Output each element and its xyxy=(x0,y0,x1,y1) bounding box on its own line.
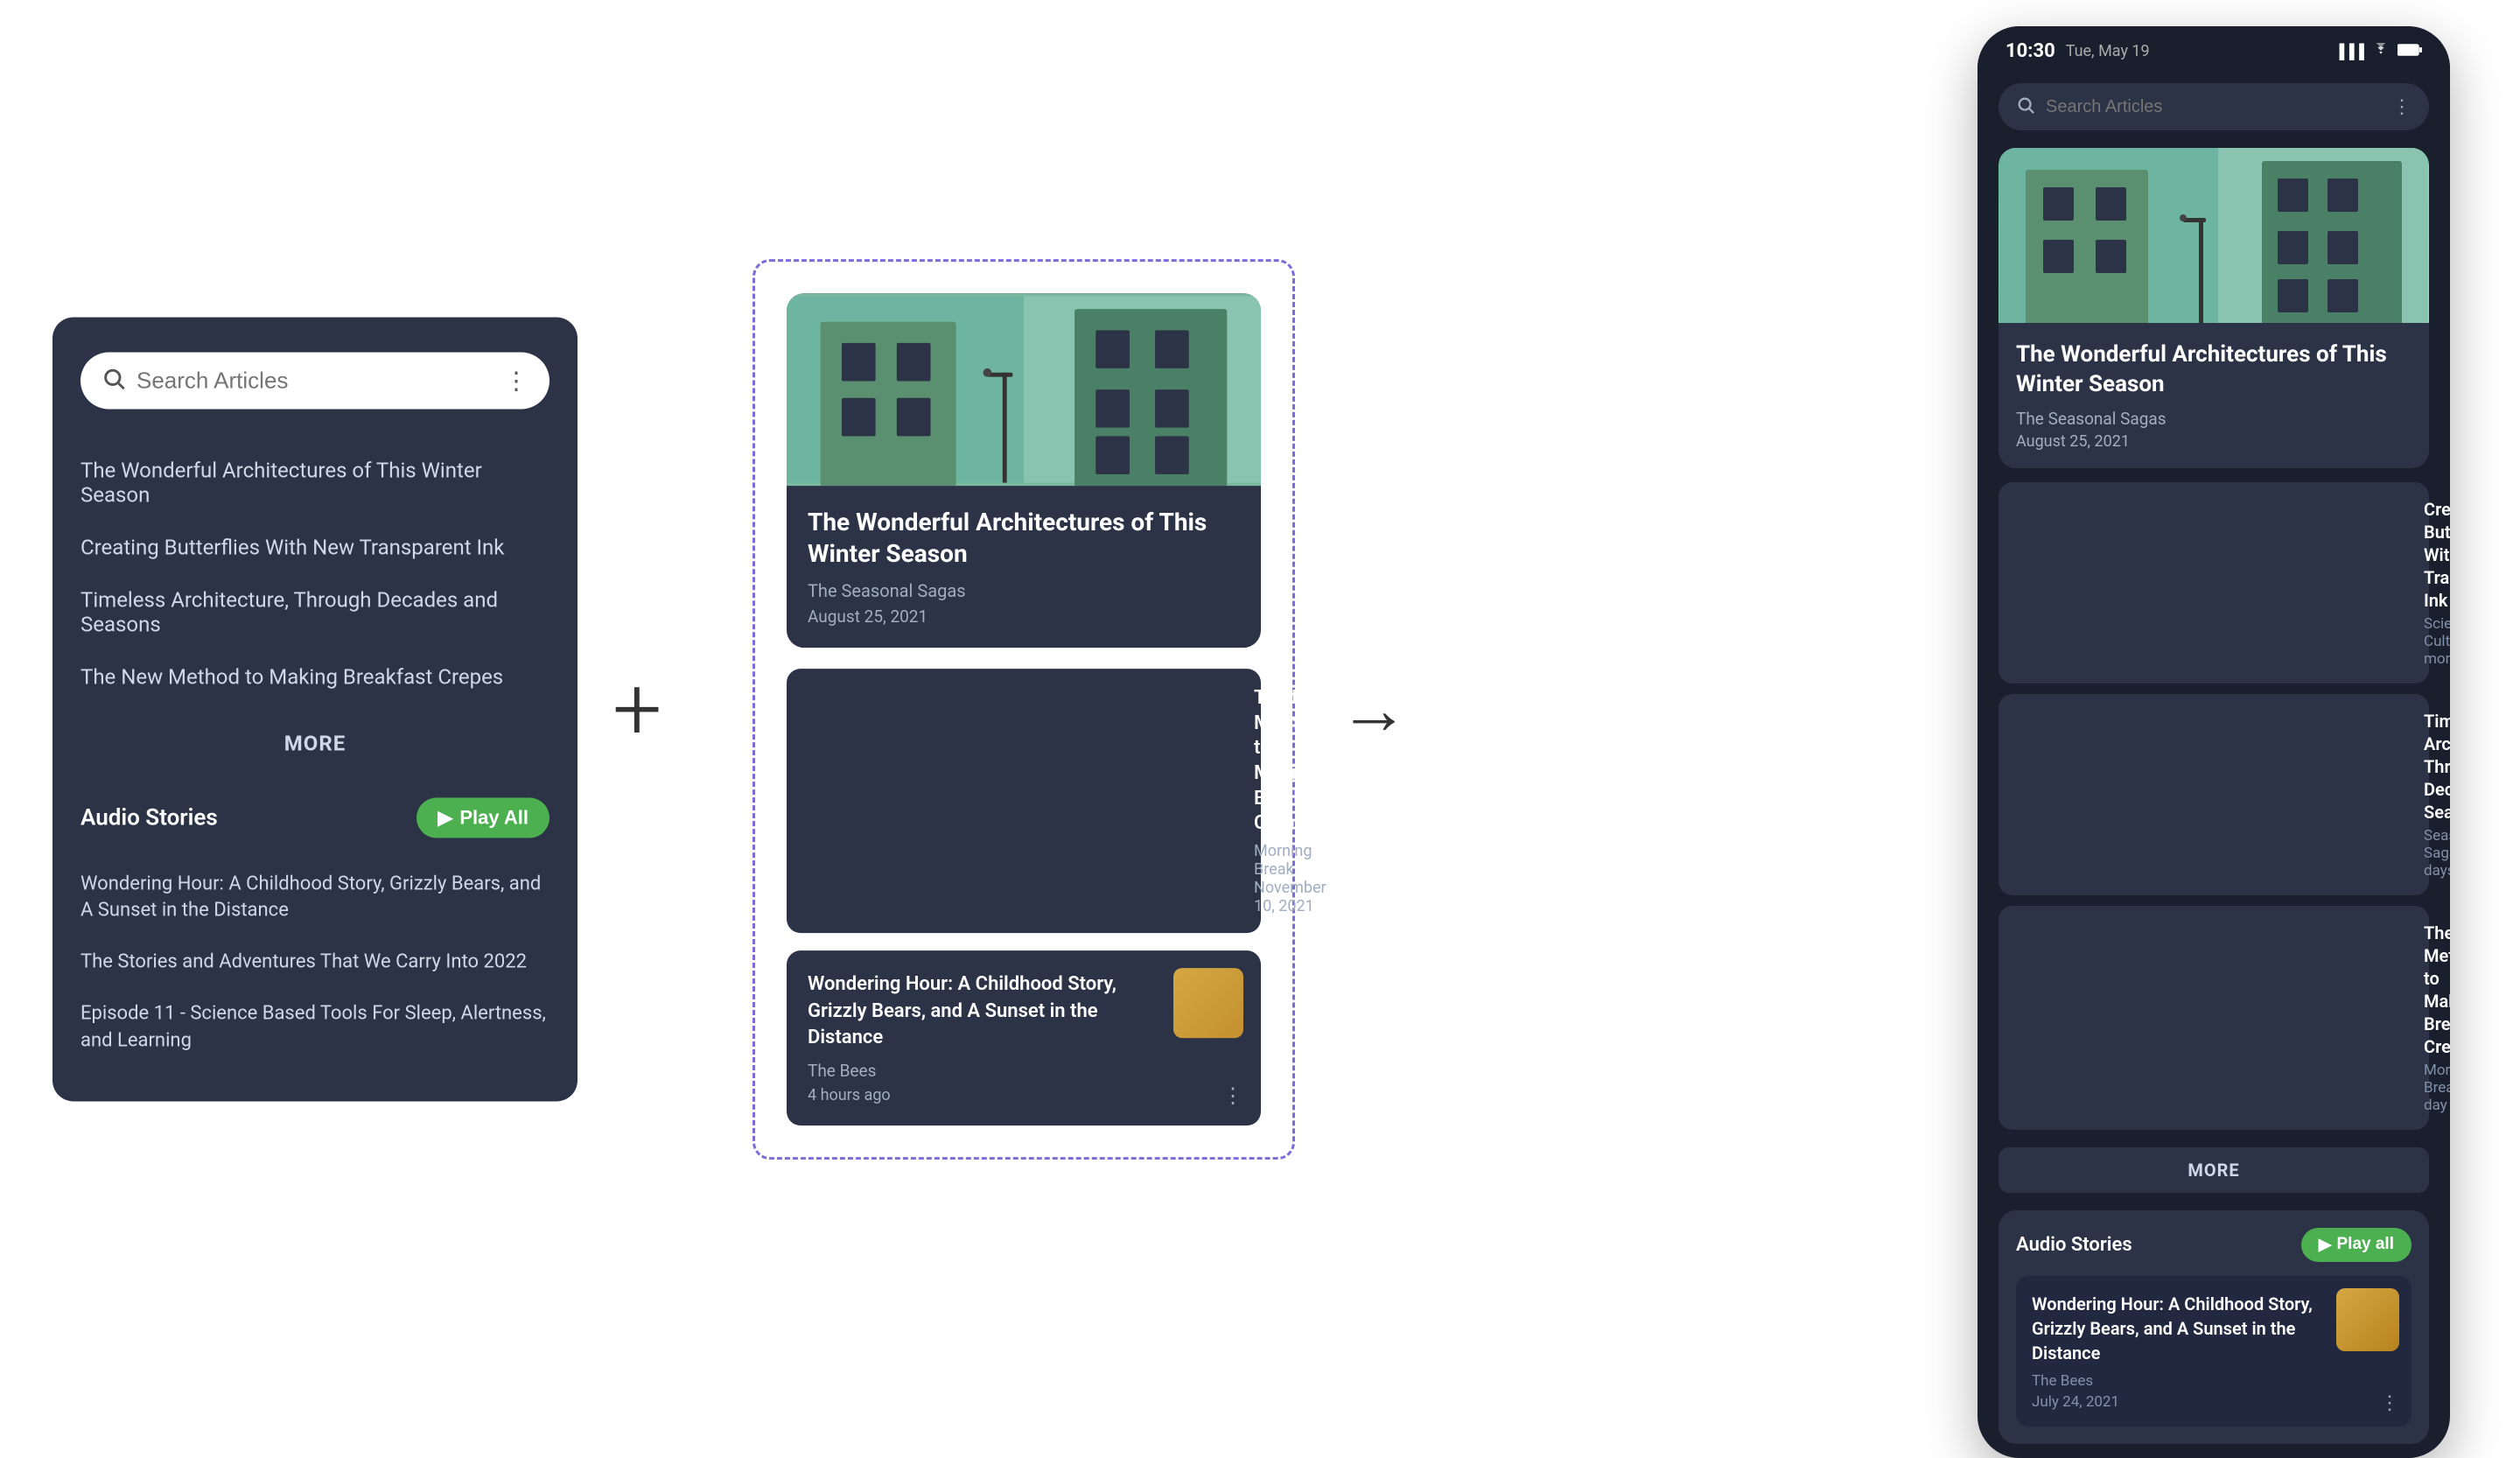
phone-mockup: 10:30 Tue, May 19 ▐▐▐ xyxy=(1978,26,2450,1458)
phone-crepes-meta: Morning Break 1 day ago xyxy=(2424,1062,2450,1114)
list-item[interactable]: Episode 11 - Science Based Tools For Sle… xyxy=(80,988,550,1067)
list-item[interactable]: Creating Butterflies With New Transparen… xyxy=(80,521,550,573)
play-all-label: Play All xyxy=(459,806,528,829)
phone-audio-card[interactable]: Wondering Hour: A Childhood Story, Grizz… xyxy=(2016,1276,2412,1426)
left-panel: ⋮ The Wonderful Architectures of This Wi… xyxy=(52,317,578,1102)
status-date: Tue, May 19 xyxy=(2066,42,2150,60)
audio-card-time: 4 hours ago xyxy=(808,1086,1240,1104)
phone-more-button[interactable]: MORE xyxy=(1998,1147,2429,1193)
phone-butterflies-meta: Science Culture 1 month ago xyxy=(2424,615,2450,668)
list-item[interactable]: The Wonderful Architectures of This Wint… xyxy=(80,444,550,521)
phone-search-menu-icon[interactable]: ⋮ xyxy=(2392,96,2412,118)
phone-featured-title: The Wonderful Architectures of This Wint… xyxy=(2016,340,2412,400)
phone-audio-header: Audio Stories ▶ Play all xyxy=(2016,1228,2412,1262)
plus-sign: + xyxy=(612,658,662,761)
phone-timeless-source: Seasonal Sagas xyxy=(2424,827,2450,862)
phone-timeless-content: Timeless Architecture, Through Decades a… xyxy=(2424,710,2450,880)
phone-play-all-button[interactable]: ▶ Play all xyxy=(2301,1228,2412,1262)
list-item[interactable]: Timeless Architecture, Through Decades a… xyxy=(80,573,550,650)
phone-butterflies-source: Science Culture xyxy=(2424,615,2450,650)
phone-crepes-card[interactable]: The New Method to Making Breakfast Crepe… xyxy=(1998,906,2429,1130)
wifi-icon xyxy=(2371,43,2390,60)
small-card-meta: Morning Break November 10, 2021 xyxy=(1254,842,1337,915)
status-icons: ▐▐▐ xyxy=(2334,43,2422,60)
featured-card-title: The Wonderful Architectures of This Wint… xyxy=(808,507,1240,571)
menu-dots-icon[interactable]: ⋮ xyxy=(504,366,528,395)
audio-card-source: The Bees xyxy=(808,1061,1240,1081)
audio-card-thumbnail xyxy=(1173,968,1243,1038)
left-search-bar[interactable]: ⋮ xyxy=(80,352,550,409)
play-icon: ▶ xyxy=(438,806,452,829)
featured-card-content: The Wonderful Architectures of This Wint… xyxy=(787,486,1261,648)
left-article-list: The Wonderful Architectures of This Wint… xyxy=(80,444,550,703)
list-item[interactable]: The New Method to Making Breakfast Crepe… xyxy=(80,650,550,703)
component-box: The Wonderful Architectures of This Wint… xyxy=(752,259,1295,1160)
battery-icon xyxy=(2398,43,2422,60)
left-more-button[interactable]: MORE xyxy=(80,731,550,755)
play-all-button[interactable]: ▶ Play All xyxy=(416,797,550,838)
featured-card-source: The Seasonal Sagas xyxy=(808,580,1240,601)
audio-section-title: Audio Stories xyxy=(80,804,218,831)
phone-audio-card-menu-icon[interactable]: ⋮ xyxy=(2380,1392,2399,1414)
phone-featured-source: The Seasonal Sagas xyxy=(2016,409,2412,429)
status-time: 10:30 xyxy=(2006,40,2055,62)
phone-status-bar: 10:30 Tue, May 19 ▐▐▐ xyxy=(1978,26,2450,69)
small-card-content: The New Method to Making Breakfast Crepe… xyxy=(1254,686,1337,915)
audio-card[interactable]: Wondering Hour: A Childhood Story, Grizz… xyxy=(787,950,1261,1125)
signal-icon: ▐▐▐ xyxy=(2334,43,2364,60)
phone-butterflies-content: Creating Butterflies With New Transparen… xyxy=(2424,498,2450,668)
phone-featured-date: August 25, 2021 xyxy=(2016,432,2412,451)
phone-search-icon xyxy=(2016,95,2035,118)
list-item[interactable]: Wondering Hour: A Childhood Story, Grizz… xyxy=(80,859,550,937)
search-icon xyxy=(102,367,126,395)
phone-audio-title: Audio Stories xyxy=(2016,1234,2132,1256)
list-item[interactable]: The Stories and Adventures That We Carry… xyxy=(80,937,550,989)
phone-featured-content: The Wonderful Architectures of This Wint… xyxy=(1998,323,2429,468)
left-audio-list: Wondering Hour: A Childhood Story, Grizz… xyxy=(80,859,550,1067)
featured-card[interactable]: The Wonderful Architectures of This Wint… xyxy=(787,293,1261,648)
phone-content: ⋮ xyxy=(1978,69,2450,1458)
middle-panel: The Wonderful Architectures of This Wint… xyxy=(752,259,1295,1160)
phone-search-input[interactable] xyxy=(2046,97,2382,117)
phone-butterflies-card[interactable]: Creating Butterflies With New Transparen… xyxy=(1998,482,2429,683)
featured-card-date: August 25, 2021 xyxy=(808,606,1240,627)
audio-card-menu-icon[interactable]: ⋮ xyxy=(1222,1083,1243,1108)
phone-crepes-title: The New Method to Making Breakfast Crepe… xyxy=(2424,922,2450,1058)
phone-audio-card-thumbnail xyxy=(2336,1288,2399,1351)
phone-timeless-title: Timeless Architecture, Through Decades a… xyxy=(2424,710,2450,824)
main-layout: ⋮ The Wonderful Architectures of This Wi… xyxy=(0,0,2520,1419)
phone-timeless-card[interactable]: Timeless Architecture, Through Decades a… xyxy=(1998,694,2429,895)
phone-play-all-label: Play all xyxy=(2337,1235,2395,1254)
small-card-title: The New Method to Making Breakfast Crepe… xyxy=(1254,686,1337,837)
arrow-sign: → xyxy=(1339,669,1409,751)
phone-featured-card[interactable]: The Wonderful Architectures of This Wint… xyxy=(1998,148,2429,468)
phone-timeless-meta: Seasonal Sagas 10 days ago xyxy=(2424,827,2450,880)
phone-search-bar[interactable]: ⋮ xyxy=(1998,83,2429,130)
left-search-input[interactable] xyxy=(136,367,494,394)
phone-butterflies-title: Creating Butterflies With New Transparen… xyxy=(2424,498,2450,612)
phone-audio-section: Audio Stories ▶ Play all Wondering Hour:… xyxy=(1998,1210,2429,1444)
audio-section-header: Audio Stories ▶ Play All xyxy=(80,797,550,838)
phone-audio-card-source: The Bees xyxy=(2032,1372,2396,1390)
small-article-card[interactable]: The New Method to Making Breakfast Crepe… xyxy=(787,669,1261,933)
featured-card-image xyxy=(787,293,1261,486)
phone-crepes-content: The New Method to Making Breakfast Crepe… xyxy=(2424,922,2450,1114)
phone-play-icon: ▶ xyxy=(2319,1235,2332,1255)
phone-featured-image xyxy=(1998,148,2429,323)
phone-audio-card-date: July 24, 2021 xyxy=(2032,1393,2396,1411)
phone-crepes-source: Morning Break xyxy=(2424,1062,2450,1097)
